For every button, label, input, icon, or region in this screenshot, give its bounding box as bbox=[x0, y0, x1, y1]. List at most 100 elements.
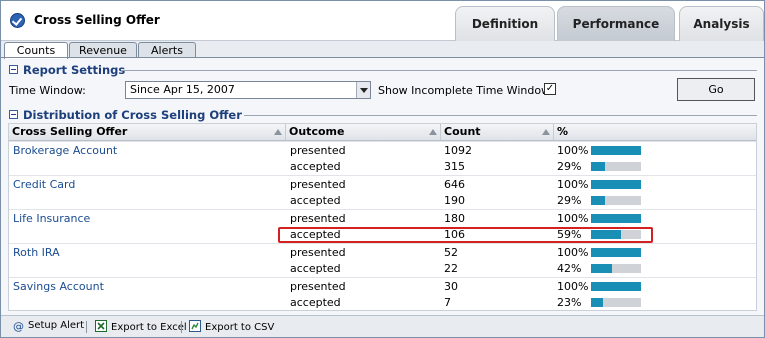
percent-bar-fill bbox=[591, 196, 605, 205]
subtab-alerts[interactable]: Alerts bbox=[138, 42, 196, 58]
tab-analysis[interactable]: Analysis bbox=[679, 6, 764, 41]
time-window-select[interactable]: Since Apr 15, 2007 bbox=[125, 81, 371, 99]
distribution-title: Distribution of Cross Selling Offer bbox=[23, 108, 242, 122]
table-row: accepted 7 23% bbox=[9, 294, 756, 311]
report-settings-header[interactable]: Report Settings bbox=[9, 63, 125, 77]
percent-bar bbox=[591, 264, 641, 273]
percent-bar bbox=[591, 248, 641, 257]
percent-bar-fill bbox=[591, 248, 641, 257]
sort-asc-icon[interactable] bbox=[274, 129, 282, 135]
export-csv-label: Export to CSV bbox=[205, 322, 275, 333]
time-window-value: Since Apr 15, 2007 bbox=[130, 83, 235, 96]
column-header-count[interactable]: Count bbox=[441, 124, 554, 141]
toolbar-separator bbox=[86, 321, 87, 333]
table-row: Credit Card presented 646 100% bbox=[9, 175, 756, 192]
percent-bar bbox=[591, 298, 641, 307]
tab-performance[interactable]: Performance bbox=[557, 6, 675, 41]
tab-definition[interactable]: Definition bbox=[455, 6, 555, 41]
outcome-cell: presented bbox=[290, 178, 346, 191]
percent-bar-fill bbox=[591, 214, 641, 223]
toolbar-separator bbox=[181, 321, 182, 333]
percent-bar-fill bbox=[591, 180, 641, 189]
collapse-icon[interactable] bbox=[9, 65, 18, 74]
offer-name-link[interactable]: Savings Account bbox=[13, 280, 104, 293]
setup-alert-button[interactable]: @ Setup Alert bbox=[13, 320, 85, 333]
table-row: Life Insurance presented 180 100% bbox=[9, 209, 756, 226]
subtab-bar: Counts Revenue Alerts bbox=[1, 41, 764, 59]
excel-icon bbox=[95, 320, 107, 332]
offer-name-link[interactable]: Life Insurance bbox=[13, 212, 90, 225]
setup-alert-label: Setup Alert bbox=[28, 320, 85, 331]
distribution-table: Cross Selling Offer Outcome Count % Brok… bbox=[8, 123, 757, 311]
outcome-cell: presented bbox=[290, 212, 346, 225]
table-row: Savings Account presented 30 100% bbox=[9, 277, 756, 294]
percent-cell: 29% bbox=[557, 194, 582, 207]
table-row: accepted 190 29% bbox=[9, 192, 756, 209]
table-row: Roth IRA presented 52 100% bbox=[9, 243, 756, 260]
at-sign-icon: @ bbox=[13, 320, 24, 333]
percent-bar-fill bbox=[591, 162, 605, 171]
sort-asc-icon[interactable] bbox=[429, 129, 437, 135]
column-header-percent[interactable]: % bbox=[554, 124, 756, 141]
percent-cell: 29% bbox=[557, 160, 582, 173]
percent-bar-fill bbox=[591, 282, 641, 291]
count-cell: 180 bbox=[444, 212, 465, 225]
footer-toolbar: @ Setup Alert Export to Excel Export to C… bbox=[1, 315, 764, 337]
sort-asc-icon[interactable] bbox=[542, 129, 550, 135]
csv-icon bbox=[189, 320, 201, 332]
percent-bar-fill bbox=[591, 146, 641, 155]
column-header-offer[interactable]: Cross Selling Offer bbox=[9, 124, 286, 141]
offer-name-link[interactable]: Credit Card bbox=[13, 178, 75, 191]
offer-name-link[interactable]: Roth IRA bbox=[13, 246, 60, 259]
percent-cell: 100% bbox=[557, 178, 589, 191]
count-cell: 52 bbox=[444, 246, 458, 259]
percent-cell: 100% bbox=[557, 280, 589, 293]
outcome-cell: accepted bbox=[290, 194, 341, 207]
time-window-label: Time Window: bbox=[9, 84, 86, 97]
outcome-cell: presented bbox=[290, 144, 346, 157]
outcome-cell: presented bbox=[290, 246, 346, 259]
app-window: Cross Selling Offer Definition Performan… bbox=[0, 0, 765, 338]
incomplete-window-checkbox[interactable]: ✓ bbox=[544, 83, 556, 95]
count-cell: 22 bbox=[444, 262, 458, 275]
table-row: Brokerage Account presented 1092 100% bbox=[9, 141, 756, 158]
go-button[interactable]: Go bbox=[677, 78, 755, 101]
count-cell: 1092 bbox=[444, 144, 472, 157]
outcome-cell: presented bbox=[290, 280, 346, 293]
percent-bar bbox=[591, 180, 641, 189]
column-header-label: Outcome bbox=[289, 125, 345, 138]
column-header-label: Cross Selling Offer bbox=[12, 125, 128, 138]
percent-bar bbox=[591, 162, 641, 171]
column-header-outcome[interactable]: Outcome bbox=[286, 124, 441, 141]
percent-bar bbox=[591, 196, 641, 205]
highlight-box bbox=[278, 227, 653, 243]
offer-name-link[interactable]: Brokerage Account bbox=[13, 144, 117, 157]
app-logo-icon bbox=[10, 13, 25, 28]
subtab-divider bbox=[1, 57, 764, 58]
outcome-cell: accepted bbox=[290, 160, 341, 173]
collapse-icon[interactable] bbox=[9, 110, 18, 119]
section-divider bbox=[244, 115, 757, 116]
count-cell: 646 bbox=[444, 178, 465, 191]
percent-cell: 100% bbox=[557, 212, 589, 225]
percent-bar-fill bbox=[591, 264, 612, 273]
app-title: Cross Selling Offer bbox=[34, 13, 160, 27]
distribution-header[interactable]: Distribution of Cross Selling Offer bbox=[9, 108, 242, 122]
subtab-revenue[interactable]: Revenue bbox=[69, 42, 137, 58]
percent-bar bbox=[591, 146, 641, 155]
export-excel-label: Export to Excel bbox=[111, 322, 187, 333]
percent-bar-fill bbox=[591, 298, 603, 307]
dropdown-arrow-icon[interactable] bbox=[356, 82, 370, 98]
count-cell: 315 bbox=[444, 160, 465, 173]
percent-bar bbox=[591, 282, 641, 291]
table-row: accepted 315 29% bbox=[9, 158, 756, 175]
column-header-label: % bbox=[557, 125, 569, 138]
export-excel-button[interactable]: Export to Excel bbox=[95, 320, 187, 333]
export-csv-button[interactable]: Export to CSV bbox=[189, 320, 274, 333]
percent-cell: 100% bbox=[557, 144, 589, 157]
count-cell: 7 bbox=[444, 296, 451, 309]
outcome-cell: accepted bbox=[290, 262, 341, 275]
count-cell: 30 bbox=[444, 280, 458, 293]
percent-cell: 100% bbox=[557, 246, 589, 259]
app-header: Cross Selling Offer Definition Performan… bbox=[1, 1, 764, 41]
